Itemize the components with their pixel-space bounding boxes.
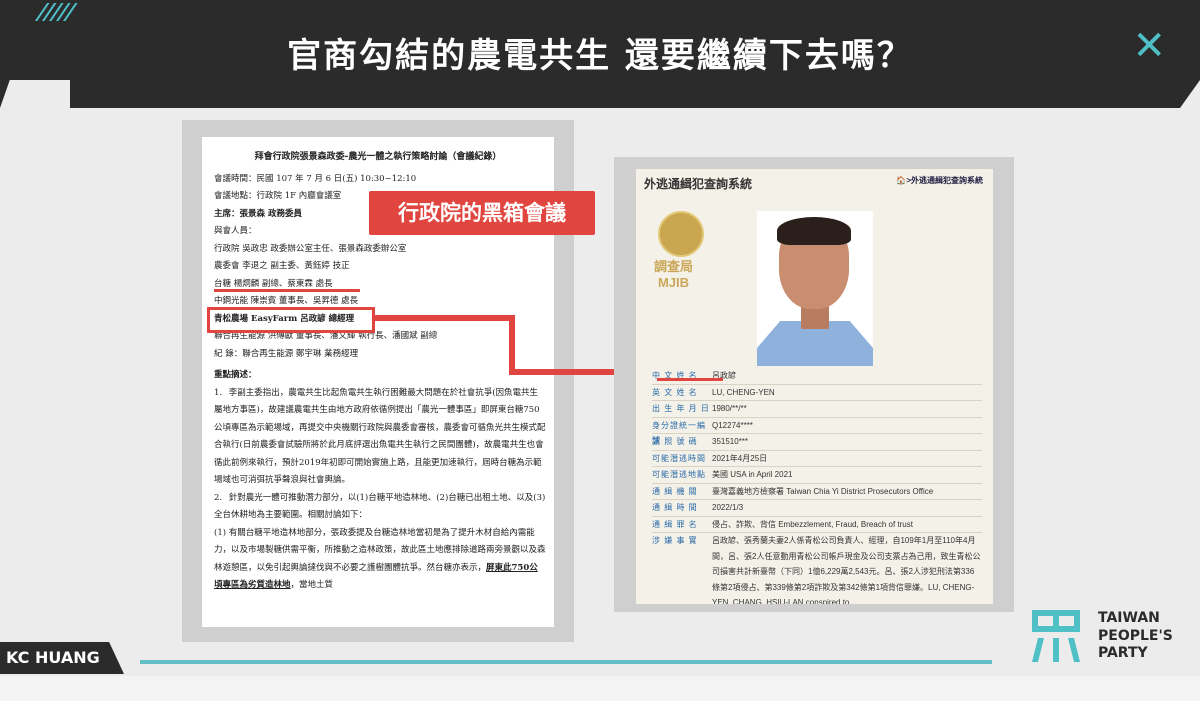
record-key: 英 文 姓 名 bbox=[652, 387, 698, 397]
mjib-seal-icon bbox=[658, 211, 704, 257]
photo-hair bbox=[777, 217, 851, 245]
bottom-band bbox=[0, 676, 1200, 701]
record-row: 護 照 號 碼 351510*** bbox=[652, 434, 982, 451]
system-title: 外逃通緝犯查詢系統 bbox=[644, 177, 753, 191]
mjib-wanted-record: 外逃通緝犯查詢系統 🏠>外逃通緝犯查詢系統 調查局 MJIB 中 文 姓 名呂政… bbox=[636, 169, 993, 604]
party-name-line: PEOPLE'S bbox=[1098, 627, 1173, 644]
record-key: 可能潛逃地點 bbox=[652, 470, 706, 479]
record-key: 可能潛逃時間 bbox=[652, 453, 706, 463]
record-key: 涉 嫌 事 實 bbox=[652, 536, 698, 545]
breadcrumb[interactable]: 🏠>外逃通緝犯查詢系統 bbox=[896, 175, 983, 186]
record-value: 呂政諺、張秀蘭夫妻2人係青松公司負責人、經理，自109年1月至110年4月間，呂… bbox=[712, 536, 981, 604]
record-value: 351510*** bbox=[712, 437, 749, 446]
record-value: 2021年4月25日 bbox=[712, 453, 768, 463]
record-row: 通 緝 機 關 臺灣嘉義地方檢察署 Taiwan Chia Yi District… bbox=[652, 484, 982, 500]
record-key: 身分證統一編號 bbox=[652, 420, 706, 446]
record-key: 通 緝 機 關 bbox=[652, 486, 698, 496]
footer-divider bbox=[140, 660, 992, 664]
record-value: 呂政諺 bbox=[712, 371, 736, 380]
record-value: 1980/**/** bbox=[712, 404, 747, 413]
record-value: 侵占、詐欺、背信 Embezzlement, Fraud, Breach of … bbox=[712, 519, 913, 529]
record-key: 護 照 號 碼 bbox=[652, 437, 698, 446]
record-value: LU, CHENG-YEN bbox=[712, 387, 775, 397]
record-row: 通 緝 時 間 2022/1/3 bbox=[652, 500, 982, 517]
record-row: 中 文 姓 名 呂政諺 bbox=[652, 368, 982, 385]
record-key: 通 緝 罪 名 bbox=[652, 519, 698, 529]
record-row: 出 生 年 月 日 1980/**/** bbox=[652, 401, 982, 418]
highlight-underline-name bbox=[657, 378, 723, 381]
record-key: 出 生 年 月 日 bbox=[652, 404, 710, 413]
tpp-logo-icon bbox=[1032, 610, 1080, 662]
party-name: TAIWAN PEOPLE'S PARTY bbox=[1098, 610, 1173, 663]
record-value: 美國 USA in April 2021 bbox=[712, 470, 793, 479]
mjib-seal-text: 調查局 MJIB bbox=[654, 259, 694, 290]
record-value: 臺灣嘉義地方檢察署 Taiwan Chia Yi District Prosec… bbox=[712, 486, 934, 496]
connector-arrow bbox=[372, 315, 655, 381]
record-row: 身分證統一編號 Q12274**** bbox=[652, 418, 982, 446]
record-fields: 中 文 姓 名 呂政諺 英 文 姓 名 LU, CHENG-YEN 出 生 年 月 … bbox=[652, 368, 982, 604]
record-row: 可能潛逃時間 2021年4月25日 bbox=[652, 451, 982, 467]
record-row: 涉 嫌 事 實 呂政諺、張秀蘭夫妻2人係青松公司負責人、經理，自109年1月至11… bbox=[652, 533, 982, 604]
record-row: 通 緝 罪 名 侵占、詐欺、背信 Embezzlement, Fraud, Bre… bbox=[652, 517, 982, 533]
party-name-line: PARTY bbox=[1098, 645, 1148, 661]
record-row: 英 文 姓 名 LU, CHENG-YEN bbox=[652, 385, 982, 401]
speaker-label: KC HUANG bbox=[0, 642, 124, 674]
record-row: 可能潛逃地點 美國 USA in April 2021 bbox=[652, 467, 982, 484]
party-name-line: TAIWAN bbox=[1098, 610, 1160, 626]
suspect-photo bbox=[757, 211, 873, 366]
record-key: 中 文 姓 名 bbox=[652, 371, 698, 380]
record-value: Q12274**** bbox=[712, 420, 753, 430]
record-key: 通 緝 時 間 bbox=[652, 503, 698, 512]
record-value: 2022/1/3 bbox=[712, 503, 744, 512]
